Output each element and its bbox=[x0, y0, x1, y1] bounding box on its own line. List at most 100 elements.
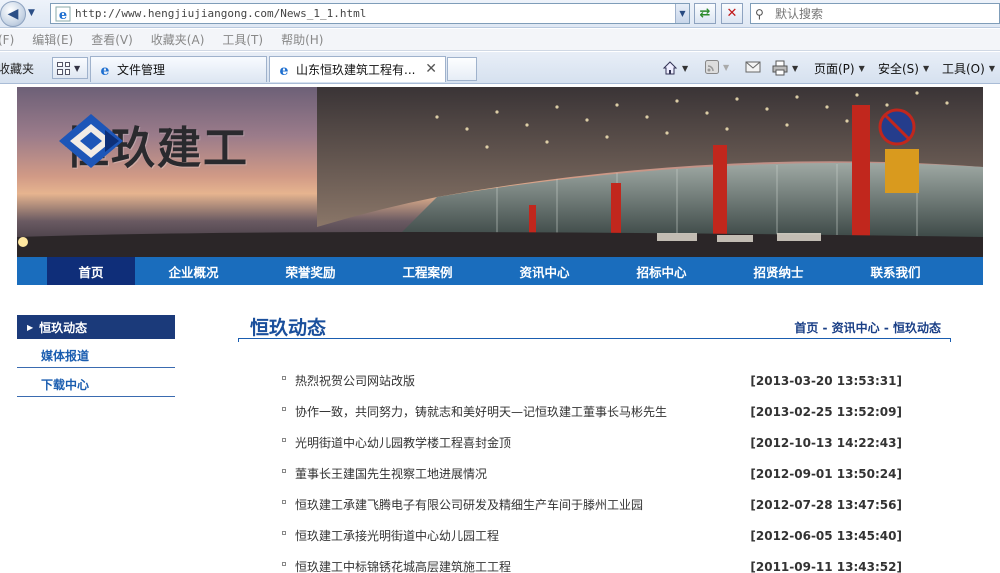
nav-bidding-center[interactable]: 招标中心 bbox=[603, 257, 720, 285]
news-date: [2013-02-25 13:52:09] bbox=[750, 404, 902, 419]
news-title-link[interactable]: 恒玖建工承接光明街道中心幼儿园工程 bbox=[295, 527, 499, 544]
page-title: 恒玖动态 bbox=[250, 317, 327, 339]
news-list: 热烈祝贺公司网站改版 [2013-03-20 13:53:31] 协作一致，共同… bbox=[282, 365, 902, 573]
web-page: 恒玖建工 首页 企业概况 荣誉奖励 工程案例 资讯中心 招标中心 招贤纳士 联系… bbox=[0, 85, 1000, 573]
content-header: 恒玖动态 首页 - 资讯中心 - 恒玖动态 bbox=[238, 313, 951, 342]
tab-active-site[interactable]: e 山东恒玖建筑工程有... ✕ bbox=[269, 56, 446, 82]
home-icon bbox=[662, 61, 678, 75]
safety-menu-label: 安全(S) bbox=[878, 62, 919, 76]
search-input[interactable] bbox=[775, 6, 995, 21]
news-date: [2013-03-20 13:53:31] bbox=[750, 373, 902, 388]
bullet-icon bbox=[282, 406, 286, 411]
sidebar-item-company-news[interactable]: ▶ 恒玖动态 bbox=[17, 315, 175, 339]
bullet-icon bbox=[282, 375, 286, 380]
print-button[interactable]: ▼ bbox=[772, 60, 798, 76]
news-date: [2012-09-01 13:50:24] bbox=[750, 466, 902, 481]
url-field-container[interactable]: e http://www.hengjiujiangong.com/News_1_… bbox=[50, 3, 690, 24]
menu-tools[interactable]: 工具(T) bbox=[222, 31, 263, 48]
svg-text:e: e bbox=[280, 63, 289, 78]
bullet-icon bbox=[282, 499, 286, 504]
close-icon: ✕ bbox=[726, 6, 738, 21]
quick-tabs-icon bbox=[57, 61, 70, 75]
news-title-link[interactable]: 热烈祝贺公司网站改版 bbox=[295, 372, 415, 389]
tab-file-manager[interactable]: e 文件管理 bbox=[90, 56, 267, 82]
news-date: [2012-10-13 14:22:43] bbox=[750, 435, 902, 450]
nav-news-center[interactable]: 资讯中心 bbox=[486, 257, 603, 285]
refresh-button[interactable]: ⇄ bbox=[694, 3, 716, 24]
page-menu-button[interactable]: 页面(P) ▼ bbox=[814, 60, 865, 77]
list-item[interactable]: 恒玖建工中标锦锈花城高层建筑施工工程 [2011-09-11 13:43:52] bbox=[282, 551, 902, 573]
page-menu-label: 页面(P) bbox=[814, 62, 855, 76]
chevron-down-icon: ▼ bbox=[988, 64, 995, 73]
site-logo[interactable]: 恒玖建工 bbox=[57, 112, 249, 176]
chevron-down-icon[interactable]: ▼ bbox=[723, 63, 729, 72]
refresh-icon: ⇄ bbox=[699, 6, 711, 21]
ie-page-icon: e bbox=[280, 63, 289, 78]
menu-favorites[interactable]: 收藏夹(A) bbox=[151, 31, 205, 48]
breadcrumb[interactable]: 首页 - 资讯中心 - 恒玖动态 bbox=[794, 319, 941, 336]
safety-menu-button[interactable]: 安全(S) ▼ bbox=[878, 60, 929, 77]
mail-icon bbox=[745, 61, 761, 73]
close-tab-icon[interactable]: ✕ bbox=[425, 61, 437, 77]
nav-contact[interactable]: 联系我们 bbox=[837, 257, 954, 285]
feeds-button[interactable]: ▼ bbox=[705, 60, 729, 74]
chevron-down-icon[interactable]: ▼ bbox=[682, 64, 688, 73]
url-dropdown-icon[interactable]: ▼ bbox=[675, 4, 689, 23]
svg-text:e: e bbox=[59, 8, 67, 22]
search-box[interactable]: ⚲ bbox=[750, 3, 1000, 24]
sidebar-item-media-reports[interactable]: 媒体报道 bbox=[17, 339, 175, 368]
news-title-link[interactable]: 恒玖建工中标锦锈花城高层建筑施工工程 bbox=[295, 558, 511, 573]
chevron-down-icon[interactable]: ▼ bbox=[74, 64, 80, 73]
news-title-link[interactable]: 协作一致，共同努力，铸就志和美好明天—记恒玖建工董事长马彬先生 bbox=[295, 403, 667, 420]
url-input[interactable]: http://www.hengjiujiangong.com/News_1_1.… bbox=[75, 7, 675, 20]
rss-icon bbox=[705, 60, 719, 74]
sidebar-item-downloads[interactable]: 下载中心 bbox=[17, 368, 175, 397]
nav-home[interactable]: 首页 bbox=[47, 257, 135, 285]
news-date: [2011-09-11 13:43:52] bbox=[750, 559, 902, 573]
nav-honors[interactable]: 荣誉奖励 bbox=[252, 257, 369, 285]
home-button[interactable]: ▼ bbox=[662, 60, 688, 76]
list-item[interactable]: 热烈祝贺公司网站改版 [2013-03-20 13:53:31] bbox=[282, 365, 902, 396]
tab-label: 文件管理 bbox=[117, 63, 166, 77]
news-title-link[interactable]: 恒玖建工承建飞腾电子有限公司研发及精细生产车间于滕州工业园 bbox=[295, 496, 643, 513]
list-item[interactable]: 董事长王建国先生视察工地进展情况 [2012-09-01 13:50:24] bbox=[282, 458, 902, 489]
news-date: [2012-07-28 13:47:56] bbox=[750, 497, 902, 512]
mail-button[interactable] bbox=[745, 60, 761, 74]
news-title-link[interactable]: 光明街道中心幼儿园教学楼工程喜封金顶 bbox=[295, 434, 511, 451]
back-button[interactable]: ◀ bbox=[0, 1, 26, 27]
news-title-link[interactable]: 董事长王建国先生视察工地进展情况 bbox=[295, 465, 487, 482]
search-icon: ⚲ bbox=[755, 6, 764, 21]
tab-bar: 收藏夹 ▼ e 文件管理 e 山东恒玖建筑工程有... ✕ ▼ ▼ ▼ 页面(P… bbox=[0, 52, 1000, 84]
list-item[interactable]: 光明街道中心幼儿园教学楼工程喜封金顶 [2012-10-13 14:22:43] bbox=[282, 427, 902, 458]
chevron-down-icon[interactable]: ▼ bbox=[792, 64, 798, 73]
nav-company-profile[interactable]: 企业概况 bbox=[135, 257, 252, 285]
printer-icon bbox=[772, 60, 788, 76]
header-banner: 恒玖建工 bbox=[17, 87, 983, 259]
list-item[interactable]: 恒玖建工承接光明街道中心幼儿园工程 [2012-06-05 13:45:40] bbox=[282, 520, 902, 551]
quick-tabs-button[interactable]: ▼ bbox=[52, 57, 88, 79]
new-tab-button[interactable] bbox=[447, 57, 477, 81]
company-logo-icon bbox=[59, 114, 123, 168]
history-dropdown-icon[interactable]: ▼ bbox=[28, 8, 35, 18]
triangle-right-icon: ▶ bbox=[27, 322, 34, 332]
bullet-icon bbox=[282, 561, 286, 566]
main-navigation: 首页 企业概况 荣誉奖励 工程案例 资讯中心 招标中心 招贤纳士 联系我们 bbox=[17, 257, 983, 285]
menu-view[interactable]: 查看(V) bbox=[91, 31, 133, 48]
list-item[interactable]: 协作一致，共同努力，铸就志和美好明天—记恒玖建工董事长马彬先生 [2013-02… bbox=[282, 396, 902, 427]
bullet-icon bbox=[282, 530, 286, 535]
menu-bar: (F) 编辑(E) 查看(V) 收藏夹(A) 工具(T) 帮助(H) bbox=[0, 29, 1000, 51]
nav-careers[interactable]: 招贤纳士 bbox=[720, 257, 837, 285]
menu-file[interactable]: (F) bbox=[0, 33, 14, 47]
stop-button[interactable]: ✕ bbox=[721, 3, 743, 24]
sidebar-item-label: 恒玖动态 bbox=[39, 320, 88, 335]
news-date: [2012-06-05 13:45:40] bbox=[750, 528, 902, 543]
back-arrow-icon: ◀ bbox=[7, 6, 19, 22]
menu-edit[interactable]: 编辑(E) bbox=[32, 31, 73, 48]
list-item[interactable]: 恒玖建工承建飞腾电子有限公司研发及精细生产车间于滕州工业园 [2012-07-2… bbox=[282, 489, 902, 520]
favorites-label[interactable]: 收藏夹 bbox=[0, 60, 34, 77]
chevron-down-icon: ▼ bbox=[922, 64, 930, 73]
bullet-icon bbox=[282, 468, 286, 473]
tools-menu-button[interactable]: 工具(O) ▼ bbox=[942, 60, 995, 77]
menu-help[interactable]: 帮助(H) bbox=[281, 31, 323, 48]
nav-projects[interactable]: 工程案例 bbox=[369, 257, 486, 285]
